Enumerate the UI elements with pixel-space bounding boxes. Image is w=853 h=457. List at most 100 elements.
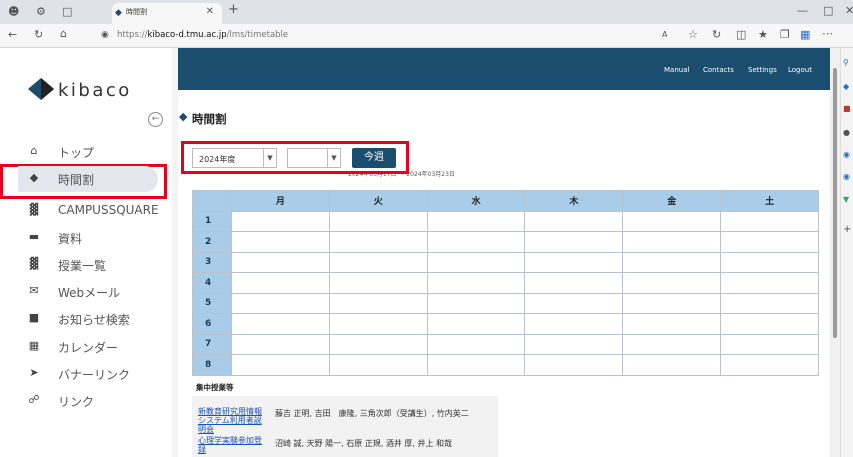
timetable-cell[interactable]	[622, 292, 722, 314]
timetable-cell[interactable]	[426, 354, 526, 376]
timetable-cell[interactable]	[426, 231, 526, 253]
timetable-cell[interactable]	[524, 210, 624, 232]
timetable-cell[interactable]	[720, 210, 819, 232]
timetable-cell[interactable]	[622, 333, 722, 355]
timetable-cell[interactable]	[231, 231, 330, 253]
reload-icon[interactable]: ↻	[34, 28, 43, 42]
window-close-icon[interactable]: ✕	[845, 4, 853, 18]
timetable-cell[interactable]	[231, 251, 330, 273]
lock-icon[interactable]: ◉	[101, 28, 109, 42]
timetable-cell[interactable]	[328, 210, 428, 232]
timetable-cell[interactable]	[720, 333, 819, 355]
collections-icon[interactable]: ❐	[780, 28, 790, 42]
timetable-cell[interactable]	[426, 292, 526, 314]
timetable-cell[interactable]	[231, 272, 330, 294]
timetable-cell[interactable]	[426, 210, 526, 232]
sidebar-item[interactable]: ▓ 授業一覧	[18, 252, 158, 278]
timetable-cell[interactable]	[426, 333, 526, 355]
home-icon[interactable]: ⌂	[60, 27, 67, 41]
timetable-cell[interactable]	[524, 313, 624, 335]
timetable-cell[interactable]	[720, 251, 819, 273]
workspaces-icon[interactable]: ⚙	[36, 5, 46, 19]
profile-icon[interactable]: ☻	[8, 5, 19, 19]
kibaco-logo[interactable]: kibaco	[28, 76, 148, 106]
timetable-cell[interactable]	[622, 354, 722, 376]
timetable-cell[interactable]	[622, 231, 722, 253]
timetable-cell[interactable]	[231, 354, 330, 376]
timetable-cell[interactable]	[720, 272, 819, 294]
games-icon[interactable]: ●	[843, 126, 850, 140]
sidebar-item[interactable]: ➤ バナーリンク	[18, 361, 158, 387]
office-icon[interactable]: ◉	[843, 148, 850, 162]
timetable-cell[interactable]	[524, 251, 624, 273]
more-menu-icon[interactable]: ⋯	[822, 27, 833, 41]
timetable-cell[interactable]	[231, 210, 330, 232]
timetable-cell[interactable]	[426, 251, 526, 273]
outlook-icon[interactable]: ◉	[843, 170, 850, 184]
sidebar-item[interactable]: ▬ 資料	[18, 225, 158, 251]
shopping-icon[interactable]: ◆	[843, 80, 849, 94]
minimize-icon[interactable]: —	[797, 4, 808, 18]
favorites-icon[interactable]: ★	[758, 28, 768, 42]
timetable-cell[interactable]	[426, 272, 526, 294]
search-icon[interactable]: ⚲	[843, 56, 849, 70]
refresh-extension-icon[interactable]: ↻	[712, 28, 721, 42]
contacts-link[interactable]: Contacts	[703, 66, 734, 74]
sidebar-item[interactable]: ◆ 時間割	[18, 166, 158, 192]
tab-close-icon[interactable]: ✕	[206, 6, 214, 17]
timetable-cell[interactable]	[720, 292, 819, 314]
add-icon[interactable]: +	[843, 223, 851, 237]
intensive-course-link[interactable]: 心理学実験参加登 録	[198, 436, 270, 454]
scrollbar-thumb[interactable]	[833, 68, 837, 338]
timetable-cell[interactable]	[328, 354, 428, 376]
timetable-cell[interactable]	[524, 354, 624, 376]
split-screen-icon[interactable]: ◫	[736, 28, 746, 42]
timetable-cell[interactable]	[328, 333, 428, 355]
drop-icon[interactable]: ▼	[843, 193, 849, 207]
sidebar-item[interactable]: ■ お知らせ検索	[18, 306, 158, 332]
timetable-cell[interactable]	[720, 313, 819, 335]
sidebar-item[interactable]: ▦ カレンダー	[18, 334, 158, 360]
tools-icon[interactable]: ■	[843, 102, 851, 116]
timetable-cell[interactable]	[328, 231, 428, 253]
sidebar-scrollbar[interactable]	[172, 48, 178, 457]
sidebar-item[interactable]: ☍ リンク	[18, 388, 158, 414]
back-icon[interactable]: ←	[8, 28, 17, 42]
url-field[interactable]: https://kibaco-d.tmu.ac.jp/lms/timetable	[117, 30, 288, 40]
new-tab-icon[interactable]: +	[228, 3, 239, 17]
tab-actions-icon[interactable]: □	[62, 5, 72, 19]
timetable-cell[interactable]	[231, 313, 330, 335]
timetable-cell[interactable]	[622, 210, 722, 232]
collapse-sidebar-button[interactable]: ←	[148, 112, 163, 127]
timetable-cell[interactable]	[524, 333, 624, 355]
timetable-cell[interactable]	[231, 292, 330, 314]
sidebar-item[interactable]: ▓ CAMPUSSQUARE	[18, 198, 159, 224]
manual-link[interactable]: Manual	[664, 66, 689, 74]
sidebar-item[interactable]: ✉ Webメール	[18, 279, 158, 305]
timetable-cell[interactable]	[524, 231, 624, 253]
timetable-cell[interactable]	[328, 272, 428, 294]
timetable-cell[interactable]	[720, 231, 819, 253]
timetable-cell[interactable]	[524, 292, 624, 314]
timetable-cell[interactable]	[328, 292, 428, 314]
timetable-cell[interactable]	[328, 313, 428, 335]
timetable-cell[interactable]	[426, 313, 526, 335]
timetable-cell[interactable]	[622, 251, 722, 273]
timetable-cell[interactable]	[328, 251, 428, 273]
read-aloud-icon[interactable]: A	[662, 28, 667, 42]
maximize-icon[interactable]: □	[823, 4, 833, 18]
extension-icon[interactable]: ▦	[800, 28, 810, 42]
year-select[interactable]: 2024年度 ▼	[192, 148, 277, 168]
this-week-button[interactable]: 今週	[352, 148, 396, 168]
settings-link[interactable]: Settings	[748, 66, 777, 74]
favorite-star-icon[interactable]: ☆	[688, 28, 698, 42]
logout-link[interactable]: Logout	[788, 66, 812, 74]
timetable-cell[interactable]	[231, 333, 330, 355]
timetable-cell[interactable]	[622, 313, 722, 335]
browser-tab[interactable]: ◆ 時間割 ✕	[112, 3, 222, 24]
term-select[interactable]: ▼	[287, 148, 341, 168]
timetable-cell[interactable]	[524, 272, 624, 294]
timetable-cell[interactable]	[720, 354, 819, 376]
intensive-course-link[interactable]: 新教育研究用情報 システム利用者説 明会	[198, 407, 270, 434]
sidebar-item[interactable]: ⌂ トップ	[18, 139, 158, 165]
